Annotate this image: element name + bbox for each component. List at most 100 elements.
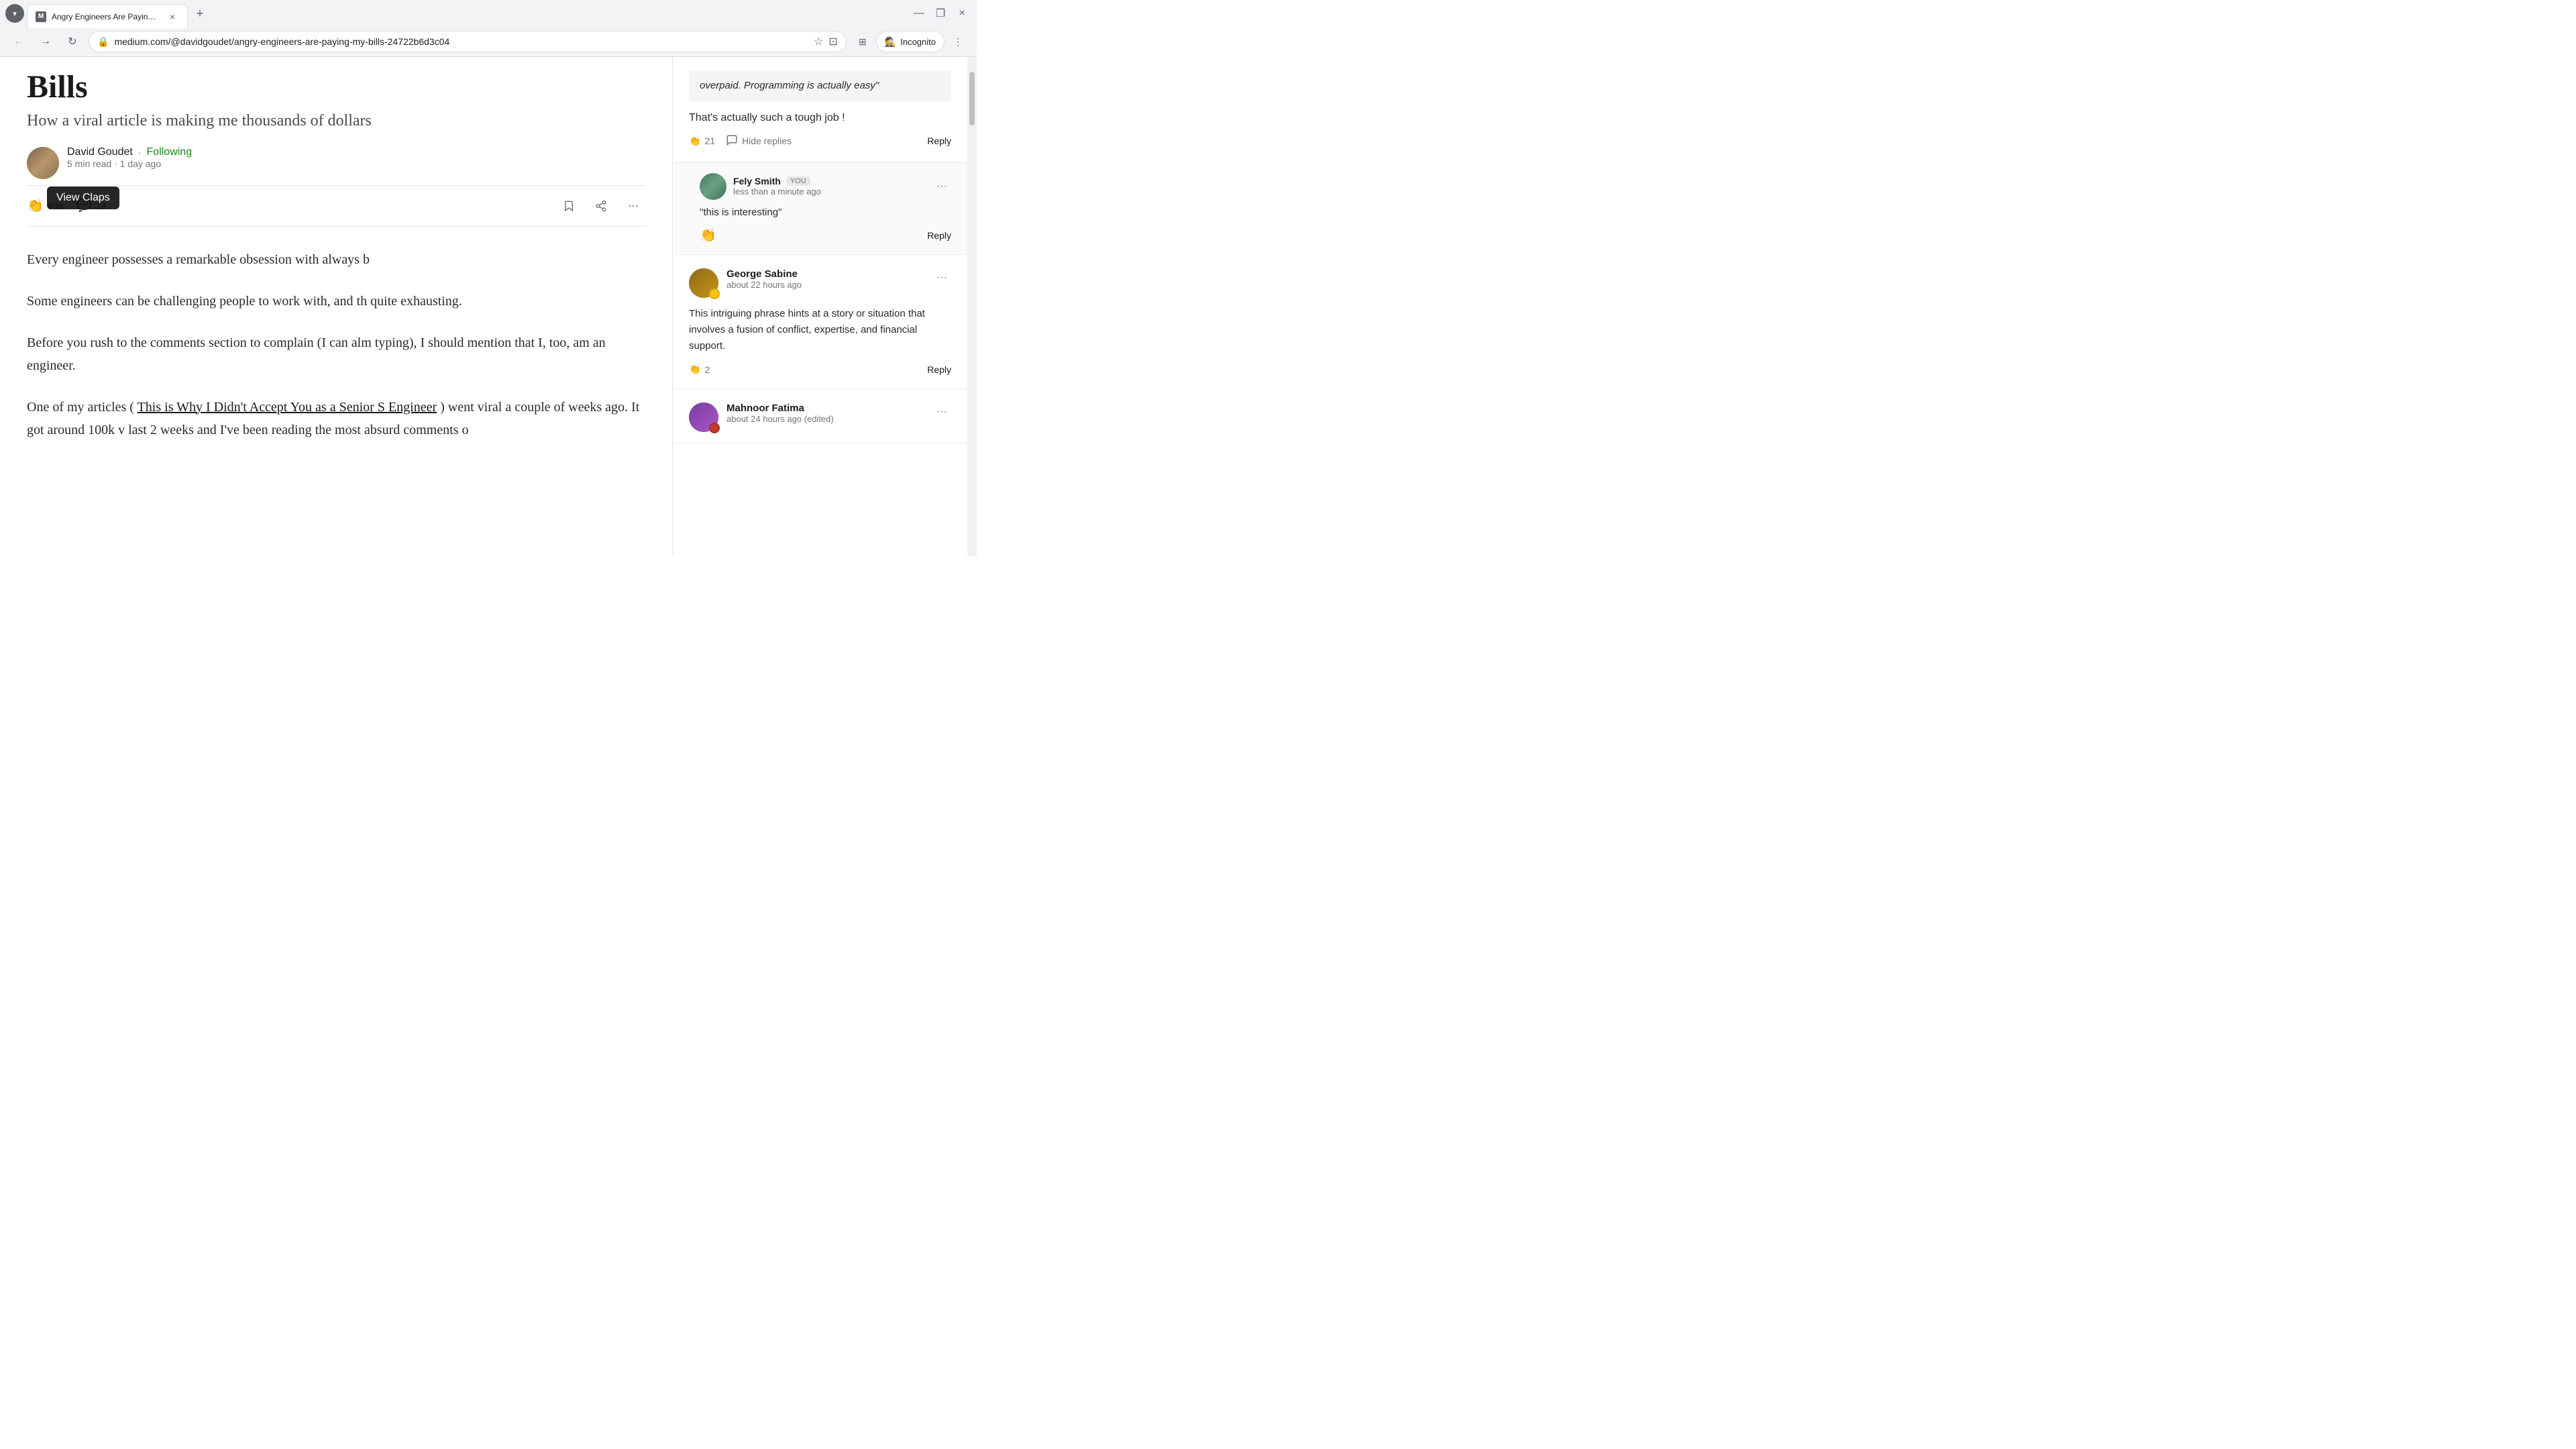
mahnoor-avatar <box>689 402 718 432</box>
mahnoor-comment-time: about 24 hours ago (edited) <box>727 414 924 424</box>
refresh-button[interactable]: ↻ <box>62 31 83 52</box>
tab-title: Angry Engineers Are Paying M... <box>52 12 160 21</box>
follow-button[interactable]: Following <box>147 146 193 158</box>
comments-sidebar[interactable]: overpaid. Programming is actually easy" … <box>672 57 967 556</box>
reply-more-options-button[interactable]: ··· <box>932 177 951 196</box>
george-badge-icon <box>709 288 720 299</box>
reply-time: less than a minute ago <box>733 186 926 197</box>
george-comment-header: George Sabine about 22 hours ago ··· <box>689 268 951 298</box>
more-article-options-button[interactable] <box>621 194 645 218</box>
author-row: David Goudet · Following 5 min read · 1 … <box>27 146 645 180</box>
george-author-name[interactable]: George Sabine <box>727 268 924 280</box>
bookmark-star-icon[interactable]: ☆ <box>814 35 823 48</box>
mahnoor-comment-meta: Mahnoor Fatima about 24 hours ago (edite… <box>727 402 924 424</box>
comments-stat[interactable]: 💬 18 <box>76 199 106 213</box>
author-details: David Goudet · Following 5 min read · 1 … <box>67 146 192 180</box>
article-area: Bills How a viral article is making me t… <box>0 57 672 556</box>
share-button[interactable] <box>589 194 613 218</box>
george-clap-count: 2 <box>704 364 710 375</box>
comment-clap-button[interactable]: 👏 21 <box>689 136 715 147</box>
address-bar: ← → ↻ 🔒 medium.com/@davidgoudet/angry-en… <box>0 27 977 56</box>
author-info: David Goudet · Following <box>67 146 192 158</box>
comment-icon: 💬 <box>76 199 91 213</box>
reply-reply-button[interactable]: Reply <box>927 230 951 241</box>
incognito-icon: 🕵 <box>885 36 896 48</box>
tab-close-button[interactable]: × <box>166 10 179 23</box>
new-tab-button[interactable]: + <box>191 4 209 23</box>
close-window-button[interactable]: × <box>953 4 971 23</box>
mahnoor-comment: Mahnoor Fatima about 24 hours ago (edite… <box>673 389 967 443</box>
scrollbar-thumb[interactable] <box>969 72 975 125</box>
article-stats: 👏 898 💬 18 <box>27 185 645 227</box>
reader-mode-icon[interactable]: ⊡ <box>828 35 837 48</box>
article-paragraph-1: Every engineer possesses a remarkable ob… <box>27 248 645 271</box>
mahnoor-comment-header: Mahnoor Fatima about 24 hours ago (edite… <box>689 402 951 432</box>
george-reply-button[interactable]: Reply <box>927 364 951 375</box>
more-options-button[interactable]: ⋮ <box>947 31 969 52</box>
active-tab[interactable]: M Angry Engineers Are Paying M... × <box>27 4 188 28</box>
reply-author-name[interactable]: Fely Smith <box>733 176 781 186</box>
reply-header: Fely Smith YOU less than a minute ago ··… <box>700 173 951 200</box>
tab-group-button[interactable]: ▾ <box>5 4 24 23</box>
incognito-button[interactable]: 🕵 Incognito <box>876 31 945 52</box>
read-time: 5 min read <box>67 158 111 169</box>
clap-icon: 👏 <box>27 197 44 214</box>
minimize-button[interactable]: — <box>910 4 928 23</box>
george-more-options-button[interactable]: ··· <box>932 268 951 287</box>
quoted-comment-block: overpaid. Programming is actually easy" … <box>673 57 967 162</box>
bookmark-button[interactable] <box>557 194 581 218</box>
window-controls: — ❐ × <box>910 4 971 23</box>
reply-body: "this is interesting" <box>700 205 951 221</box>
stat-actions <box>557 194 645 218</box>
maximize-button[interactable]: ❐ <box>931 4 950 23</box>
reply-actions-row: 👏 Reply <box>700 227 951 244</box>
comments-count: 18 <box>96 201 107 211</box>
tab-group-icon: ▾ <box>13 9 17 18</box>
tab-bar: ▾ M Angry Engineers Are Paying M... × + … <box>0 0 977 27</box>
reply-author-row: Fely Smith YOU <box>733 176 926 186</box>
lock-icon: 🔒 <box>97 36 109 48</box>
reply-clap-icon: 👏 <box>700 227 716 244</box>
george-avatar <box>689 268 718 298</box>
forward-button[interactable]: → <box>35 31 56 52</box>
george-comment-time: about 22 hours ago <box>727 280 924 290</box>
url-bar[interactable]: 🔒 medium.com/@davidgoudet/angry-engineer… <box>89 31 847 52</box>
author-name[interactable]: David Goudet <box>67 146 133 158</box>
tab-favicon: M <box>36 11 46 22</box>
address-bar-actions: ⊞ 🕵 Incognito ⋮ <box>852 31 969 52</box>
george-clap-button[interactable]: 👏 2 <box>689 364 710 375</box>
mahnoor-author-name[interactable]: Mahnoor Fatima <box>727 402 924 414</box>
reply-meta: Fely Smith YOU less than a minute ago <box>733 176 926 197</box>
george-comment-body: This intriguing phrase hints at a story … <box>689 306 951 354</box>
reply-clap-button[interactable]: 👏 <box>700 227 716 244</box>
hide-replies-button[interactable]: Hide replies <box>726 134 792 148</box>
article-paragraph-4: One of my articles ( This is Why I Didn'… <box>27 396 645 441</box>
author-dot: · <box>138 147 142 158</box>
quoted-text: overpaid. Programming is actually easy" <box>689 70 951 102</box>
back-button[interactable]: ← <box>8 31 30 52</box>
author-avatar-image <box>27 147 59 179</box>
clap-count: 21 <box>704 136 715 146</box>
article-paragraph-3: Before you rush to the comments section … <box>27 331 645 377</box>
mahnoor-more-options-button[interactable]: ··· <box>932 402 951 421</box>
comment-actions: 👏 21 Hide replies Reply <box>689 134 951 148</box>
author-avatar[interactable] <box>27 147 59 179</box>
article-link[interactable]: This is Why I Didn't Accept You as a Sen… <box>138 400 437 415</box>
publish-time: 1 day ago <box>120 158 162 169</box>
claps-stat[interactable]: 👏 898 <box>27 197 63 214</box>
comment-reply-button[interactable]: Reply <box>927 136 951 146</box>
main-layout: Bills How a viral article is making me t… <box>0 57 977 556</box>
reply-avatar <box>700 173 727 200</box>
browser-scrollbar[interactable] <box>967 57 977 556</box>
article-paragraph-2: Some engineers can be challenging people… <box>27 290 645 313</box>
george-comment-actions: 👏 2 Reply <box>689 364 951 375</box>
incognito-label: Incognito <box>900 37 936 47</box>
article-title: Bills <box>27 68 645 107</box>
article-meta: 5 min read · 1 day ago <box>67 158 192 169</box>
hide-replies-label: Hide replies <box>742 136 792 146</box>
reply-avatar-image <box>700 173 727 200</box>
reaction-text: That's actually such a tough job ! <box>689 110 951 126</box>
reply-item: Fely Smith YOU less than a minute ago ··… <box>673 162 967 256</box>
extensions-button[interactable]: ⊞ <box>852 31 873 52</box>
you-badge: YOU <box>786 176 810 186</box>
